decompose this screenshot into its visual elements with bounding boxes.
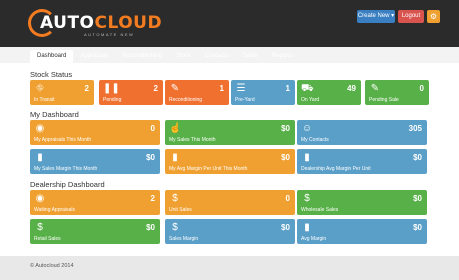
dollar-icon: $: [304, 193, 310, 204]
tile-label: Wholesale Sales: [301, 207, 339, 213]
nav-sales[interactable]: Sales: [236, 50, 265, 63]
eye-icon: ◉: [35, 193, 45, 204]
tile-value: 305: [408, 124, 422, 133]
gear-icon: ⚙: [429, 12, 438, 21]
eye-icon: ◉: [35, 123, 45, 134]
tile-label: On Yard: [301, 97, 320, 103]
stock_status-tile-pending[interactable]: ❚❚ 2 Pending: [99, 80, 163, 105]
my_dashboard-tile-my-appraisals-this-month[interactable]: ◉ 0 My Appraisals This Month: [30, 120, 160, 145]
my_dashboard-tile-my-sales-this-month[interactable]: ☝ $0 My Sales This Month: [165, 120, 295, 145]
my_dashboard-tile-my-contacts[interactable]: ☺ 305 My Contacts: [297, 120, 427, 145]
tile-label: My Contacts: [301, 137, 329, 143]
nav-reports[interactable]: Reports: [265, 50, 300, 63]
tile-value: 2: [84, 84, 89, 93]
dollar-icon: $: [172, 222, 178, 233]
section-title-stock-status: Stock Status: [30, 70, 73, 79]
logo-text-auto: AUTO: [40, 13, 95, 33]
autocloud-logo[interactable]: AUTOCLOUD AUTOMATE NEW: [28, 9, 162, 39]
tile-value: $0: [146, 153, 155, 162]
wrench-icon: ✎: [170, 83, 180, 94]
tile-label: Sales Margin: [169, 236, 199, 242]
tile-value: $0: [413, 223, 422, 232]
bar-chart-icon: ▮: [172, 152, 178, 163]
tile-label: My Avg Margin Per Unit This Month: [169, 166, 248, 172]
dealership_dashboard-tile-unit-sales[interactable]: $0 Unit Sales: [165, 190, 295, 215]
nav-stock[interactable]: Stock: [169, 50, 198, 63]
tile-value: $0: [146, 223, 155, 232]
tile-value: $0: [281, 223, 290, 232]
bar-chart-icon: ▮: [304, 222, 310, 233]
tile-label: My Sales Margin This Month: [34, 166, 98, 172]
thumbs-up-icon: ☝: [169, 123, 182, 134]
logo-text-cloud: CLOUD: [94, 13, 163, 33]
tile-value: 1: [219, 84, 224, 93]
pencil-icon: ✎: [370, 83, 380, 94]
tile-value: 0: [419, 84, 424, 93]
main-nav: Dashboard Appraisals Reconditioning Stoc…: [30, 50, 300, 63]
dollar-icon: $: [172, 193, 178, 204]
tile-label: My Sales This Month: [169, 137, 216, 143]
dashboard-content: Stock Status My Dashboard Dealership Das…: [0, 63, 459, 256]
dollar-icon: $: [37, 222, 43, 233]
footer-copyright: © Autocloud 2014: [30, 263, 74, 269]
tile-label: Dealership Avg Margin Per Unit: [301, 166, 371, 172]
dealership_dashboard-tile-retail-sales[interactable]: $ $0 Retail Sales: [30, 219, 160, 244]
tile-value: 49: [347, 84, 356, 93]
tile-value: $0: [413, 153, 422, 162]
dealership_dashboard-tile-wholesale-sales[interactable]: $ $0 Wholesale Sales: [297, 190, 427, 215]
top-navbar: AUTOCLOUD AUTOMATE NEW Create New ▾ Logo…: [0, 0, 459, 63]
section-title-my-dashboard: My Dashboard: [30, 110, 79, 119]
tile-value: 2: [150, 194, 155, 203]
logo-tagline: AUTOMATE NEW: [84, 32, 135, 37]
bar-chart-icon: ▮: [37, 152, 43, 163]
tile-label: Retail Sales: [34, 236, 61, 242]
my_dashboard-tile-my-avg-margin-per-unit-this-month[interactable]: ▮ $0 My Avg Margin Per Unit This Month: [165, 149, 295, 174]
tile-value: $0: [281, 153, 290, 162]
stock_status-tile-in-transit[interactable]: ⛗ 2 In Transit: [30, 80, 94, 105]
tile-value: 1: [285, 84, 290, 93]
my_dashboard-tile-dealership-avg-margin-per-unit[interactable]: ▮ $0 Dealership Avg Margin Per Unit: [297, 149, 427, 174]
list-icon: ☰: [236, 83, 246, 94]
stock_status-tile-pre-yard[interactable]: ☰ 1 Pre-Yard: [231, 80, 295, 105]
tile-label: Pending Sale: [369, 97, 399, 103]
road-icon: ⛗: [36, 83, 44, 94]
tile-label: Reconditioning: [169, 97, 203, 103]
stock_status-tile-pending-sale[interactable]: ✎ 0 Pending Sale: [365, 80, 429, 105]
tile-value: $0: [413, 194, 422, 203]
tile-label: My Appraisals This Month: [34, 137, 92, 143]
footer: © Autocloud 2014: [0, 256, 459, 280]
tile-label: Pre-Yard: [235, 97, 255, 103]
tile-label: Avg Margin: [301, 236, 327, 242]
my_dashboard-tile-my-sales-margin-this-month[interactable]: ▮ $0 My Sales Margin This Month: [30, 149, 160, 174]
section-title-dealership-dashboard: Dealership Dashboard: [30, 180, 105, 189]
tile-label: In Transit: [34, 97, 55, 103]
tile-label: Pending: [103, 97, 122, 103]
stock_status-tile-on-yard[interactable]: ⛟ 49 On Yard: [297, 80, 361, 105]
tile-label: Waiting Appraisals: [34, 207, 75, 213]
tile-value: 2: [153, 84, 158, 93]
dealership_dashboard-tile-sales-margin[interactable]: $ $0 Sales Margin: [165, 219, 295, 244]
user-icon: ☺: [301, 123, 313, 134]
create-new-button[interactable]: Create New ▾: [357, 10, 395, 23]
dealership_dashboard-tile-waiting-appraisals[interactable]: ◉ 2 Waiting Appraisals: [30, 190, 160, 215]
settings-button[interactable]: ⚙: [427, 10, 440, 23]
tile-value: 0: [150, 124, 155, 133]
tile-value: 0: [285, 194, 290, 203]
stock_status-tile-reconditioning[interactable]: ✎ 1 Reconditioning: [165, 80, 229, 105]
nav-appraisals[interactable]: Appraisals: [73, 50, 115, 63]
tile-label: Unit Sales: [169, 207, 192, 213]
nav-contacts[interactable]: Contacts: [198, 50, 236, 63]
pause-icon: ❚❚: [103, 83, 120, 94]
nav-reconditioning[interactable]: Reconditioning: [115, 50, 169, 63]
logout-button[interactable]: Logout: [398, 10, 424, 23]
nav-dashboard[interactable]: Dashboard: [30, 50, 74, 63]
bar-chart-icon: ▮: [304, 152, 310, 163]
tile-value: $0: [281, 124, 290, 133]
car-icon: ⛟: [301, 83, 314, 94]
dealership_dashboard-tile-avg-margin[interactable]: ▮ $0 Avg Margin: [297, 219, 427, 244]
